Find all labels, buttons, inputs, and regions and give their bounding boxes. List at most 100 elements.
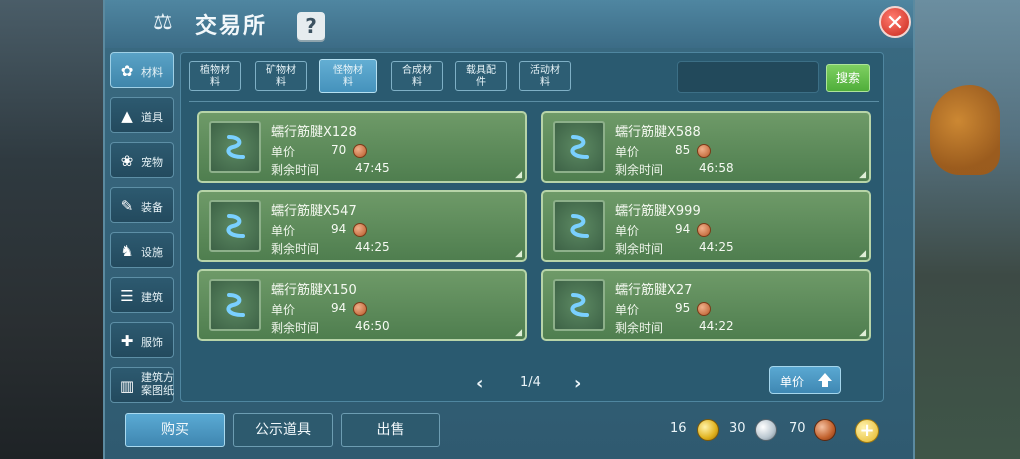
tendon-icon [570, 214, 589, 238]
sell-button[interactable]: 出售 [341, 413, 440, 447]
price-value: 95 [675, 301, 691, 315]
sort-by-price-button[interactable]: 单价 [769, 366, 841, 394]
price-value: 70 [331, 143, 347, 157]
time-label: 剩余时间 [615, 163, 664, 177]
public-items-button[interactable]: 公示道具 [233, 413, 333, 447]
tendon-icon [226, 135, 245, 159]
tab-plant-materials[interactable]: 植物材料 [189, 61, 241, 91]
facility-icon: ♞ [120, 242, 134, 260]
sidebar-item-blueprints[interactable]: ▥ 建筑方 案图纸 [110, 367, 174, 403]
item-thumbnail [209, 200, 261, 252]
time-label: 剩余时间 [615, 242, 664, 256]
item-name: 蠕行筋腱X27 [615, 283, 693, 298]
price-value: 94 [675, 222, 691, 236]
sidebar-item-equipment[interactable]: ✎ 装备 [110, 187, 174, 223]
copper-amount: 70 [789, 421, 806, 436]
price-value: 94 [331, 301, 347, 315]
time-label: 剩余时间 [271, 321, 320, 335]
gold-coin-icon [697, 419, 719, 441]
tab-vehicle-parts[interactable]: 载具配件 [455, 61, 507, 91]
sidebar-item-pets[interactable]: ❀ 宠物 [110, 142, 174, 178]
copper-coin-icon [814, 419, 836, 441]
time-label: 剩余时间 [271, 163, 320, 177]
sidebar-item-label: 宠物 [141, 156, 163, 169]
corner-mark-icon: ◢ [859, 328, 866, 338]
sidebar-item-label: 材料 [141, 66, 163, 79]
copper-coin-icon [353, 144, 367, 158]
blueprint-icon: ▥ [119, 377, 135, 395]
price-label: 单价 [615, 303, 640, 317]
sidebar-item-label: 设施 [141, 246, 163, 259]
listing-card[interactable]: 蠕行筋腱X547 单价 94 剩余时间 44:25 ◢ [197, 190, 527, 262]
price-value: 85 [675, 143, 691, 157]
sidebar-item-materials[interactable]: ✿ 材料 [110, 52, 174, 88]
item-thumbnail [553, 279, 605, 331]
tab-event-materials[interactable]: 活动材料 [519, 61, 571, 91]
buy-button[interactable]: 购买 [125, 413, 225, 447]
time-remaining: 47:45 [355, 161, 390, 175]
page-indicator: 1/4 [520, 375, 541, 390]
materials-icon: ✿ [120, 62, 134, 80]
bottom-bar: 购买 公示道具 出售 16 30 70 + [0, 405, 1020, 459]
title-bar: ⚖ 交易所 ? [105, 0, 913, 48]
listing-card[interactable]: 蠕行筋腱X128 单价 70 剩余时间 47:45 ◢ [197, 111, 527, 183]
props-icon: ▲ [121, 107, 133, 125]
item-name: 蠕行筋腱X999 [615, 204, 701, 219]
sidebar-item-label: 装备 [141, 201, 163, 214]
tab-mineral-materials[interactable]: 矿物材料 [255, 61, 307, 91]
item-thumbnail [553, 200, 605, 252]
listing-card[interactable]: 蠕行筋腱X588 单价 85 剩余时间 46:58 ◢ [541, 111, 871, 183]
tendon-icon [570, 293, 589, 317]
prev-page-button[interactable]: ‹ [476, 373, 483, 394]
close-button[interactable]: ✕ [879, 6, 911, 38]
copper-coin-icon [697, 144, 711, 158]
equipment-icon: ✎ [120, 197, 134, 215]
search-button[interactable]: 搜索 [826, 64, 870, 92]
background-tree [930, 85, 1000, 175]
background-right [910, 0, 1020, 459]
sidebar-item-label: 建筑 [141, 291, 163, 304]
sidebar-item-clothing[interactable]: ✚ 服饰 [110, 322, 174, 358]
time-remaining: 44:25 [699, 240, 734, 254]
sort-label: 单价 [780, 375, 805, 389]
next-page-button[interactable]: › [574, 373, 581, 394]
sort-arrow-icon [818, 373, 832, 387]
item-name: 蠕行筋腱X150 [271, 283, 357, 298]
price-label: 单价 [271, 303, 296, 317]
sidebar-item-buildings[interactable]: ☰ 建筑 [110, 277, 174, 313]
tendon-icon [226, 214, 245, 238]
tab-crafting-materials[interactable]: 合成材料 [391, 61, 443, 91]
copper-coin-icon [353, 223, 367, 237]
sidebar-item-label: 服饰 [141, 336, 163, 349]
divider [189, 101, 879, 102]
listing-card[interactable]: 蠕行筋腱X150 单价 94 剩余时间 46:50 ◢ [197, 269, 527, 341]
price-label: 单价 [271, 224, 296, 238]
price-value: 94 [331, 222, 347, 236]
search-input[interactable] [677, 61, 819, 93]
copper-coin-icon [353, 302, 367, 316]
background-left [0, 0, 110, 459]
item-name: 蠕行筋腱X547 [271, 204, 357, 219]
page-title: 交易所 [195, 14, 268, 39]
time-remaining: 46:50 [355, 319, 390, 333]
sidebar-item-facilities[interactable]: ♞ 设施 [110, 232, 174, 268]
scales-icon: ⚖ [153, 10, 173, 35]
tendon-icon [570, 135, 589, 159]
item-thumbnail [553, 121, 605, 173]
item-thumbnail [209, 121, 261, 173]
sidebar-item-label: 道具 [141, 111, 163, 124]
listing-card[interactable]: 蠕行筋腱X999 单价 94 剩余时间 44:25 ◢ [541, 190, 871, 262]
time-label: 剩余时间 [615, 321, 664, 335]
sidebar-item-label: 建筑方 案图纸 [141, 371, 174, 397]
corner-mark-icon: ◢ [515, 249, 522, 259]
tab-monster-materials[interactable]: 怪物材料 [319, 59, 377, 93]
listing-panel: 植物材料 矿物材料 怪物材料 合成材料 载具配件 活动材料 搜索 蠕行筋腱X12… [180, 52, 884, 402]
help-button[interactable]: ? [297, 12, 325, 40]
sidebar-item-props[interactable]: ▲ 道具 [110, 97, 174, 133]
listing-card[interactable]: 蠕行筋腱X27 单价 95 剩余时间 44:22 ◢ [541, 269, 871, 341]
copper-coin-icon [697, 302, 711, 316]
silver-coin-icon [755, 419, 777, 441]
add-currency-button[interactable]: + [855, 419, 879, 443]
corner-mark-icon: ◢ [859, 170, 866, 180]
building-icon: ☰ [120, 287, 134, 305]
